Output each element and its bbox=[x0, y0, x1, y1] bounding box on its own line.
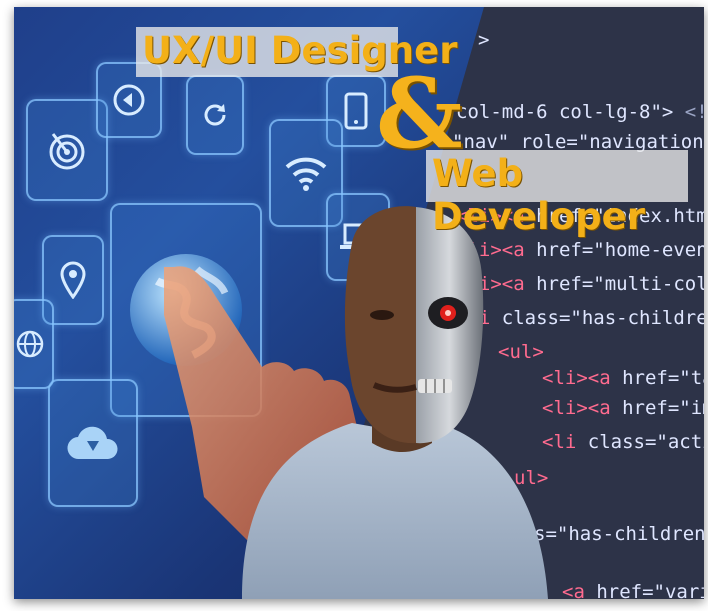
code-line: col-md-6 col-lg-8"> <!-- bbox=[456, 101, 704, 123]
code-line: <li class="active bbox=[542, 431, 704, 453]
code-token: <!-- bbox=[684, 101, 704, 123]
code-token: href="vari bbox=[596, 581, 704, 599]
code-token: href="tal bbox=[622, 367, 704, 389]
code-token: <a bbox=[562, 581, 597, 599]
web-developer-heading: Web Developer bbox=[432, 152, 645, 238]
cloud-download-icon-tile bbox=[48, 379, 138, 507]
banner-image: >col-md-6 col-lg-8"> <!--"nav" role="nav… bbox=[14, 7, 704, 599]
code-line: <a href="vari bbox=[562, 581, 704, 599]
wifi-icon bbox=[285, 157, 327, 191]
phone-icon bbox=[344, 92, 368, 130]
globe-small-icon bbox=[16, 330, 44, 358]
code-line: <li><a href="imag bbox=[542, 397, 704, 419]
code-token: col-md-6 col-lg-8"> bbox=[456, 101, 685, 123]
refresh-icon bbox=[204, 104, 226, 126]
code-token: class="active bbox=[587, 431, 704, 453]
target-icon bbox=[49, 133, 85, 170]
cloud-download-icon bbox=[67, 426, 118, 460]
refresh-icon-tile bbox=[186, 75, 244, 155]
person-photo bbox=[242, 206, 548, 599]
code-line: > bbox=[478, 29, 489, 51]
play-icon bbox=[113, 84, 145, 116]
code-token: href="imag bbox=[622, 397, 704, 419]
location-icon bbox=[60, 261, 86, 299]
code-token: > bbox=[478, 29, 490, 51]
globe-small-icon-tile bbox=[14, 299, 54, 389]
code-line: <li><a href="tal bbox=[542, 367, 704, 389]
